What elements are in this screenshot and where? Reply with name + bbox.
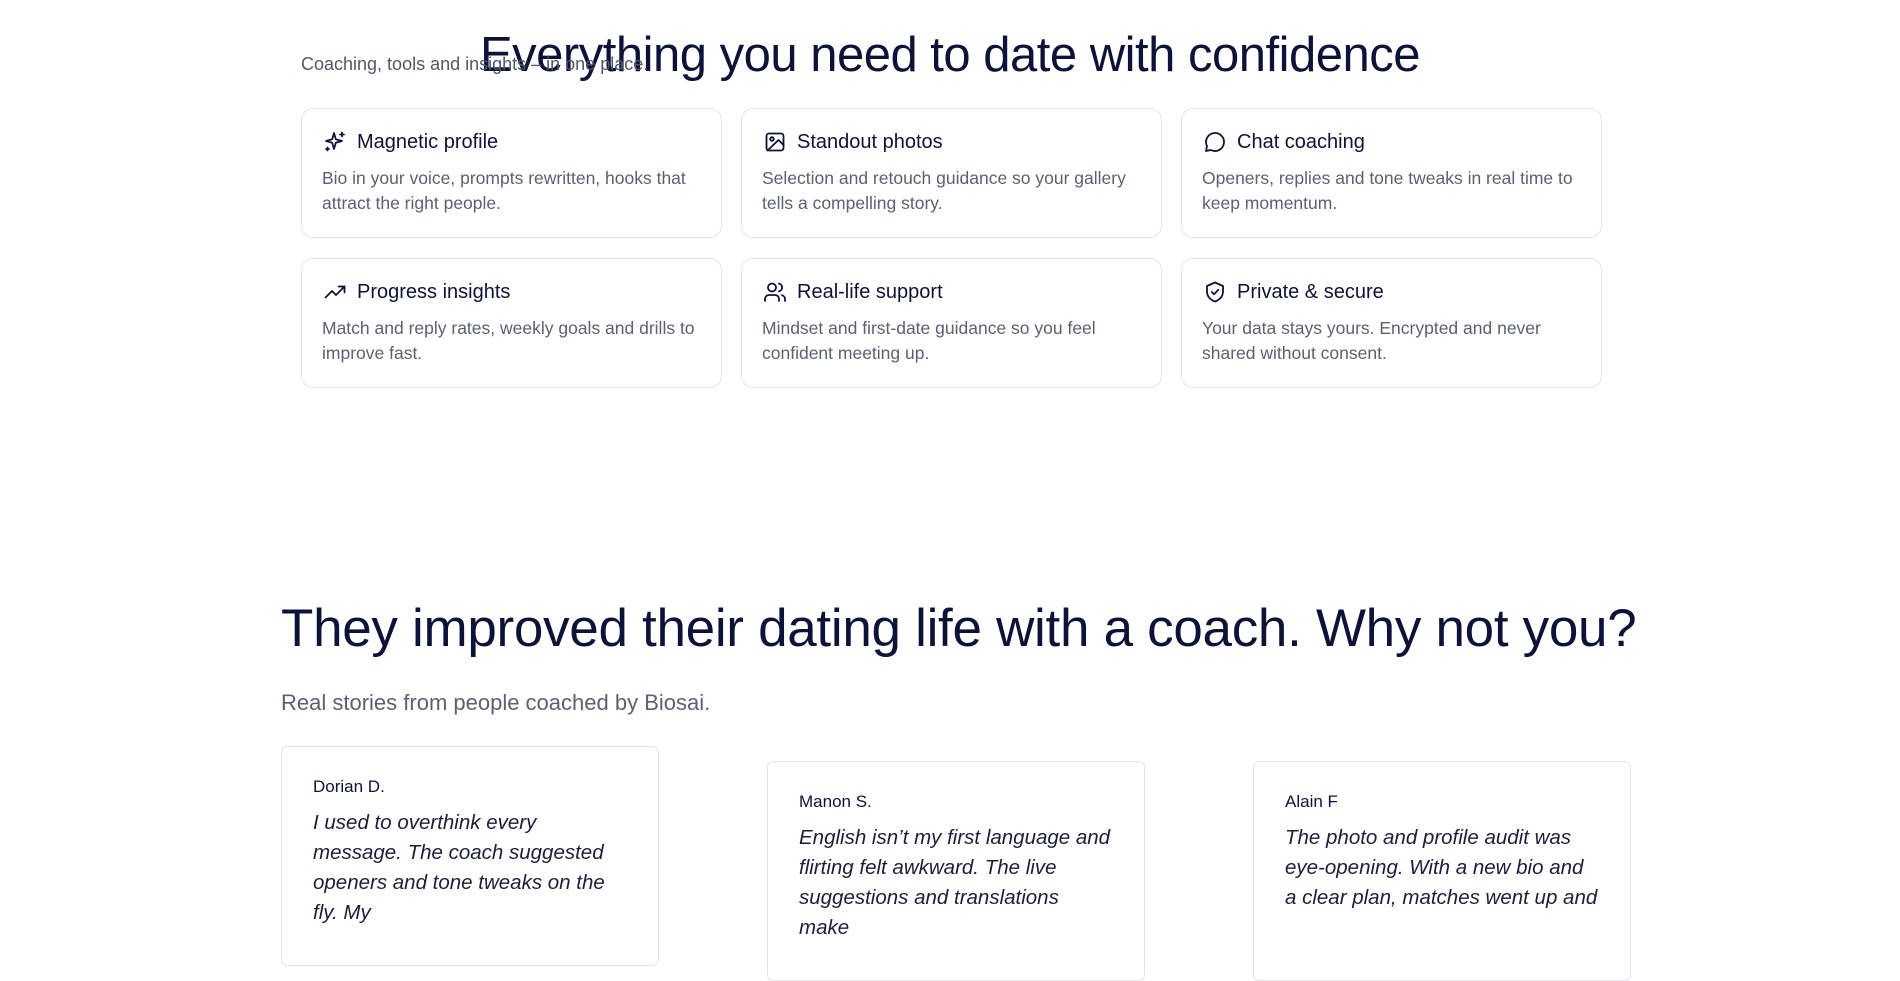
feature-card-title: Standout photos: [797, 130, 943, 153]
testimonial-quote: The photo and profile audit was eye-open…: [1285, 826, 1598, 909]
sparkle-icon: [322, 129, 348, 155]
feature-card-title: Chat coaching: [1237, 130, 1365, 153]
feature-card-description: Mindset and first-date guidance so you f…: [762, 318, 1096, 363]
testimonial-author: Manon S.: [799, 792, 872, 811]
feature-card-progress-insights: Progress insights Match and reply rates,…: [301, 258, 722, 388]
feature-card-title: Private & secure: [1237, 280, 1384, 303]
feature-card-chat-coaching: Chat coaching Openers, replies and tone …: [1181, 108, 1602, 238]
testimonial-card: Alain F The photo and profile audit was …: [1253, 761, 1631, 981]
features-title: Everything you need to date with confide…: [479, 27, 1421, 82]
feature-card-magnetic-profile: Magnetic profile Bio in your voice, prom…: [301, 108, 722, 238]
image-icon: [762, 129, 788, 155]
feature-card-title: Real-life support: [797, 280, 943, 303]
testimonial-card: Dorian D. I used to overthink every mess…: [281, 746, 659, 966]
feature-card-description: Your data stays yours. Encrypted and nev…: [1202, 318, 1541, 363]
feature-card-title: Magnetic profile: [357, 130, 499, 153]
testimonial-card: Manon S. English isn’t my first language…: [767, 761, 1145, 981]
feature-card-standout-photos: Standout photos Selection and retouch gu…: [741, 108, 1162, 238]
testimonial-quote: I used to overthink every message. The c…: [313, 811, 605, 924]
feature-card-description: Openers, replies and tone tweaks in real…: [1202, 168, 1573, 213]
feature-card-title: Progress insights: [357, 280, 511, 303]
testimonials-subtitle: Real stories from people coached by Bios…: [281, 690, 711, 715]
testimonial-quote: English isn’t my first language and flir…: [799, 826, 1111, 939]
feature-card-private-secure: Private & secure Your data stays yours. …: [1181, 258, 1602, 388]
features-subtitle: Coaching, tools and insights – in one pl…: [301, 54, 649, 74]
chat-bubble-icon: [1202, 129, 1228, 155]
testimonial-author: Alain F: [1285, 792, 1338, 811]
trending-up-icon: [322, 279, 348, 305]
feature-grid: Magnetic profile Bio in your voice, prom…: [301, 108, 1603, 388]
testimonials-title: They improved their dating life with a c…: [281, 599, 1637, 658]
feature-card-real-life-support: Real-life support Mindset and first-date…: [741, 258, 1162, 388]
testimonial-author: Dorian D.: [313, 777, 385, 796]
feature-card-description: Selection and retouch guidance so your g…: [762, 168, 1126, 213]
feature-card-description: Bio in your voice, prompts rewritten, ho…: [322, 168, 686, 213]
feature-card-description: Match and reply rates, weekly goals and …: [322, 318, 695, 363]
users-icon: [762, 279, 788, 305]
shield-check-icon: [1202, 279, 1228, 305]
